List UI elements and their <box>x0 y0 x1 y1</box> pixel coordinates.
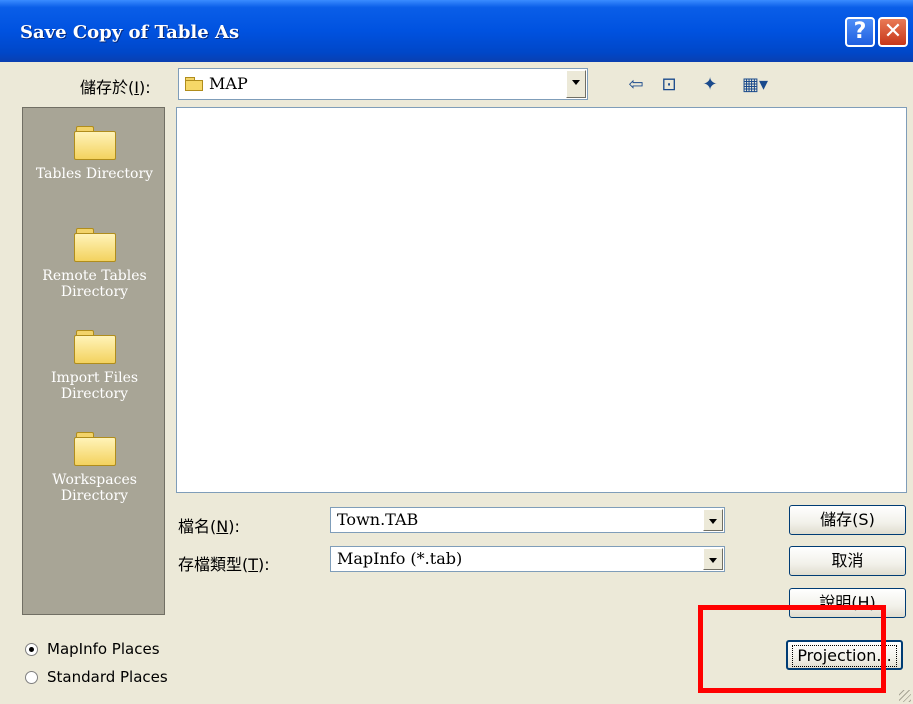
folder-icon <box>73 330 116 364</box>
save-button[interactable]: 儲存(S) <box>789 505 906 535</box>
place-label: Tables Directory <box>35 166 154 182</box>
mapinfo-places-radio[interactable] <box>25 643 38 656</box>
standard-places-radio[interactable] <box>25 671 38 684</box>
save-in-label: 儲存於(I): <box>80 78 151 97</box>
folder-icon <box>185 77 203 91</box>
filename-value: Town.TAB <box>337 510 419 529</box>
place-remote-tables-directory[interactable]: Remote Tables Directory <box>23 228 166 300</box>
cancel-button[interactable]: 取消 <box>789 546 906 576</box>
filetype-select[interactable]: MapInfo (*.tab) <box>330 546 725 572</box>
up-folder-icon[interactable]: ⊡ <box>656 72 682 98</box>
close-button[interactable]: ✕ <box>878 17 908 47</box>
place-workspaces-directory[interactable]: Workspaces Directory <box>23 432 166 504</box>
title-bar: Save Copy of Table As ? ✕ <box>0 0 913 62</box>
filename-dropdown-arrow[interactable] <box>703 509 723 531</box>
save-in-dropdown[interactable]: MAP <box>178 68 588 100</box>
back-icon[interactable]: ⇦ <box>623 72 649 98</box>
window-title: Save Copy of Table As <box>20 22 240 43</box>
annotation-highlight-box <box>698 605 886 693</box>
new-folder-icon[interactable]: ✦ <box>697 72 723 98</box>
place-tables-directory[interactable]: Tables Directory <box>23 126 166 182</box>
view-menu-icon[interactable]: ▦▾ <box>735 72 775 98</box>
file-list[interactable] <box>176 107 907 493</box>
save-in-value: MAP <box>209 74 248 93</box>
mapinfo-places-label[interactable]: MapInfo Places <box>47 640 160 658</box>
folder-icon <box>73 126 116 160</box>
filename-input[interactable]: Town.TAB <box>330 507 725 533</box>
folder-icon <box>73 228 116 262</box>
filetype-label: 存檔類型(T): <box>178 555 270 574</box>
filetype-value: MapInfo (*.tab) <box>337 549 463 568</box>
filetype-dropdown-arrow[interactable] <box>703 548 723 570</box>
places-bar: Tables Directory Remote Tables Directory… <box>22 107 165 615</box>
place-label: Import Files Directory <box>50 370 139 402</box>
help-title-button[interactable]: ? <box>845 17 875 47</box>
resize-grip[interactable] <box>899 690 911 702</box>
standard-places-label[interactable]: Standard Places <box>47 668 168 686</box>
save-in-dropdown-arrow[interactable] <box>566 70 586 98</box>
place-label: Workspaces Directory <box>52 472 137 504</box>
folder-icon <box>73 432 116 466</box>
place-import-files-directory[interactable]: Import Files Directory <box>23 330 166 402</box>
place-label: Remote Tables Directory <box>42 268 147 300</box>
filename-label: 檔名(N): <box>178 517 240 536</box>
